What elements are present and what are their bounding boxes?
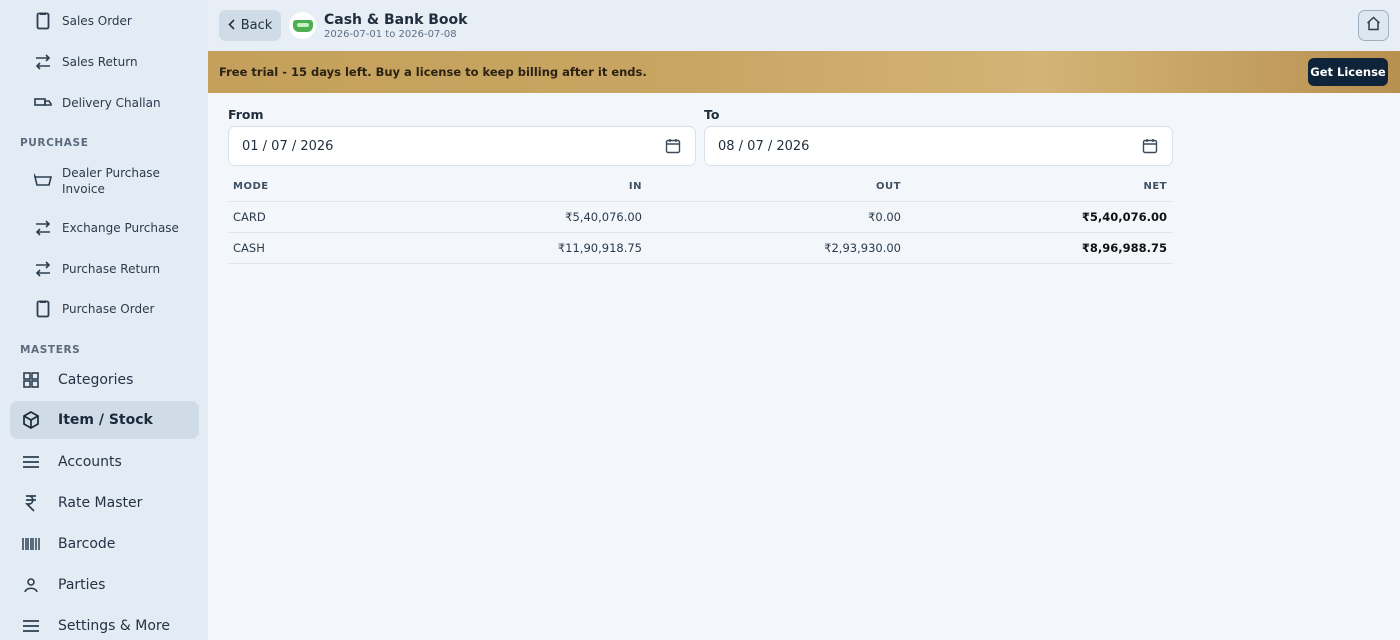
table-row[interactable]: CASH ₹11,90,918.75 ₹2,93,930.00 ₹8,96,98… bbox=[228, 233, 1173, 264]
trial-banner: Free trial - 15 days left. Buy a license… bbox=[208, 51, 1400, 93]
person-icon bbox=[18, 575, 44, 595]
grid-icon bbox=[18, 370, 44, 390]
sidebar-item-label: Delivery Challan bbox=[62, 96, 161, 110]
clipboard-icon bbox=[30, 11, 56, 31]
clipboard-icon bbox=[30, 299, 56, 319]
sidebar-item-exchange-purchase[interactable]: Exchange Purchase bbox=[30, 217, 199, 239]
rupee-icon bbox=[18, 493, 44, 513]
sidebar-item-label: Parties bbox=[58, 577, 106, 593]
sidebar-item-dealer-purchase-invoice[interactable]: Dealer Purchase Invoice bbox=[30, 164, 199, 198]
cell-out: ₹2,93,930.00 bbox=[824, 241, 901, 255]
cell-mode: CASH bbox=[233, 241, 265, 255]
sidebar-item-label: Rate Master bbox=[58, 495, 143, 511]
sidebar-item-item-stock[interactable]: Item / Stock bbox=[10, 401, 199, 439]
app-logo bbox=[289, 12, 316, 39]
cell-mode: CARD bbox=[233, 210, 266, 224]
sidebar-item-delivery-challan[interactable]: Delivery Challan bbox=[30, 92, 199, 114]
col-header-in: IN bbox=[628, 181, 642, 192]
box-icon bbox=[18, 410, 44, 430]
section-heading-masters: MASTERS bbox=[20, 344, 81, 356]
from-date-value: 01 / 07 / 2026 bbox=[242, 139, 334, 154]
barcode-icon bbox=[18, 534, 44, 554]
menu-lines-icon bbox=[18, 616, 44, 636]
sidebar-item-label: Item / Stock bbox=[58, 412, 153, 428]
home-button[interactable] bbox=[1358, 10, 1389, 41]
sidebar-item-sales-return[interactable]: Sales Return bbox=[30, 51, 199, 73]
cell-out: ₹0.00 bbox=[868, 210, 901, 224]
menu-lines-icon bbox=[18, 452, 44, 472]
from-date-input[interactable]: 01 / 07 / 2026 bbox=[228, 126, 696, 166]
sidebar: Sales Order Sales Return Delivery Challa… bbox=[0, 0, 208, 640]
top-header: Back Cash & Bank Book 2026-07-01 to 2026… bbox=[208, 0, 1400, 51]
cash-bank-table: MODE IN OUT NET CARD ₹5,40,076.00 ₹0.00 … bbox=[228, 172, 1173, 264]
sidebar-item-categories[interactable]: Categories bbox=[10, 361, 199, 399]
from-label: From bbox=[228, 107, 264, 122]
chevron-left-icon bbox=[228, 18, 235, 33]
page-title: Cash & Bank Book bbox=[324, 12, 468, 28]
sidebar-item-barcode[interactable]: Barcode bbox=[10, 525, 199, 563]
basket-icon bbox=[30, 171, 56, 191]
cart-icon bbox=[292, 19, 313, 32]
cell-in: ₹5,40,076.00 bbox=[565, 210, 642, 224]
sidebar-item-settings-more[interactable]: Settings & More bbox=[10, 607, 199, 640]
sidebar-item-parties[interactable]: Parties bbox=[10, 566, 199, 604]
col-header-out: OUT bbox=[876, 181, 901, 192]
get-license-button[interactable]: Get License bbox=[1308, 58, 1388, 86]
sidebar-item-purchase-order[interactable]: Purchase Order bbox=[30, 298, 199, 320]
sidebar-item-accounts[interactable]: Accounts bbox=[10, 443, 199, 481]
cell-net: ₹5,40,076.00 bbox=[1081, 210, 1167, 224]
sidebar-item-label: Exchange Purchase bbox=[62, 221, 179, 235]
sidebar-item-purchase-return[interactable]: Purchase Return bbox=[30, 258, 199, 280]
calendar-icon[interactable] bbox=[665, 138, 681, 154]
table-row[interactable]: CARD ₹5,40,076.00 ₹0.00 ₹5,40,076.00 bbox=[228, 202, 1173, 233]
to-date-value: 08 / 07 / 2026 bbox=[718, 139, 810, 154]
to-label: To bbox=[704, 107, 720, 122]
trial-banner-text: Free trial - 15 days left. Buy a license… bbox=[219, 65, 647, 79]
swap-arrows-icon bbox=[30, 218, 56, 238]
sidebar-item-label: Barcode bbox=[58, 536, 116, 552]
back-button-label: Back bbox=[240, 18, 273, 33]
sidebar-item-label: Categories bbox=[58, 372, 134, 388]
swap-arrows-icon bbox=[30, 259, 56, 279]
table-header-row: MODE IN OUT NET bbox=[228, 172, 1173, 202]
cell-net: ₹8,96,988.75 bbox=[1081, 241, 1167, 255]
swap-arrows-icon bbox=[30, 52, 56, 72]
sidebar-item-label: Sales Return bbox=[62, 55, 138, 69]
sidebar-item-label: Accounts bbox=[58, 454, 122, 470]
cell-in: ₹11,90,918.75 bbox=[557, 241, 642, 255]
sidebar-item-label: Dealer Purchase Invoice bbox=[62, 166, 160, 196]
col-header-mode: MODE bbox=[233, 181, 269, 192]
section-heading-purchase: PURCHASE bbox=[20, 137, 89, 149]
col-header-net: NET bbox=[1143, 181, 1167, 192]
calendar-icon[interactable] bbox=[1142, 138, 1158, 154]
truck-icon bbox=[30, 93, 56, 113]
to-date-input[interactable]: 08 / 07 / 2026 bbox=[704, 126, 1173, 166]
sidebar-item-label: Purchase Order bbox=[62, 302, 155, 316]
page-subtitle: 2026-07-01 to 2026-07-08 bbox=[324, 29, 457, 40]
home-icon bbox=[1366, 16, 1381, 35]
sidebar-item-rate-master[interactable]: Rate Master bbox=[10, 484, 199, 522]
sidebar-item-sales-order[interactable]: Sales Order bbox=[30, 10, 199, 32]
sidebar-item-label: Sales Order bbox=[62, 14, 132, 28]
back-button[interactable]: Back bbox=[219, 10, 281, 41]
sidebar-item-label: Settings & More bbox=[58, 618, 170, 634]
sidebar-item-label: Purchase Return bbox=[62, 262, 161, 276]
